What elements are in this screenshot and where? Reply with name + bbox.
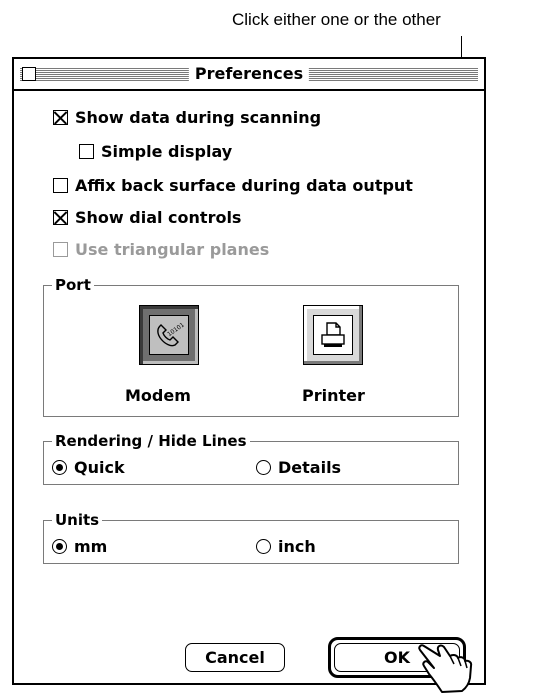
checkbox-label: Simple display bbox=[101, 142, 233, 161]
checkbox-label: Show dial controls bbox=[75, 208, 242, 227]
checkbox-show-data[interactable]: Show data during scanning bbox=[53, 108, 321, 127]
modem-label: Modem bbox=[125, 386, 191, 405]
checkbox-unchecked-icon[interactable] bbox=[53, 178, 68, 193]
radio-label: Quick bbox=[74, 458, 125, 477]
svg-text:10101: 10101 bbox=[166, 321, 184, 338]
radio-label: mm bbox=[74, 537, 108, 556]
annotation-caption: Click either one or the other bbox=[232, 10, 441, 29]
modem-icon: 10101 bbox=[149, 315, 189, 355]
checkbox-checked-icon[interactable] bbox=[53, 210, 68, 225]
title-bar[interactable]: Preferences bbox=[14, 59, 484, 91]
pointing-hand-icon bbox=[418, 644, 473, 693]
port-group-label: Port bbox=[52, 275, 94, 295]
printer-button[interactable] bbox=[303, 305, 363, 365]
radio-label: inch bbox=[278, 537, 316, 556]
radio-selected-icon[interactable] bbox=[52, 460, 67, 475]
checkbox-use-triangular-planes: Use triangular planes bbox=[53, 240, 269, 259]
close-box[interactable] bbox=[22, 67, 36, 81]
checkbox-simple-display[interactable]: Simple display bbox=[79, 142, 232, 161]
radio-details[interactable]: Details bbox=[256, 458, 341, 477]
checkbox-label: Show data during scanning bbox=[75, 108, 322, 127]
dialog-title: Preferences bbox=[188, 63, 310, 85]
printer-icon bbox=[313, 315, 353, 355]
checkbox-unchecked-icon bbox=[53, 242, 68, 257]
cancel-button[interactable]: Cancel bbox=[185, 643, 285, 672]
units-group-label: Units bbox=[52, 510, 103, 530]
checkbox-label: Use triangular planes bbox=[75, 240, 270, 259]
checkbox-label: Affix back surface during data output bbox=[75, 176, 413, 195]
checkbox-affix-back-surface[interactable]: Affix back surface during data output bbox=[53, 176, 413, 195]
modem-button[interactable]: 10101 bbox=[139, 305, 199, 365]
radio-unselected-icon[interactable] bbox=[256, 460, 271, 475]
radio-label: Details bbox=[278, 458, 342, 477]
rendering-group-label: Rendering / Hide Lines bbox=[52, 431, 250, 451]
checkbox-unchecked-icon[interactable] bbox=[79, 144, 94, 159]
radio-selected-icon[interactable] bbox=[52, 539, 67, 554]
radio-unselected-icon[interactable] bbox=[256, 539, 271, 554]
checkbox-show-dial-controls[interactable]: Show dial controls bbox=[53, 208, 241, 227]
checkbox-checked-icon[interactable] bbox=[53, 110, 68, 125]
radio-quick[interactable]: Quick bbox=[52, 458, 125, 477]
printer-label: Printer bbox=[302, 386, 365, 405]
port-group: Port bbox=[43, 275, 459, 417]
radio-mm[interactable]: mm bbox=[52, 537, 107, 556]
preferences-dialog: Preferences Show data during scanning Si… bbox=[12, 57, 486, 685]
radio-inch[interactable]: inch bbox=[256, 537, 316, 556]
